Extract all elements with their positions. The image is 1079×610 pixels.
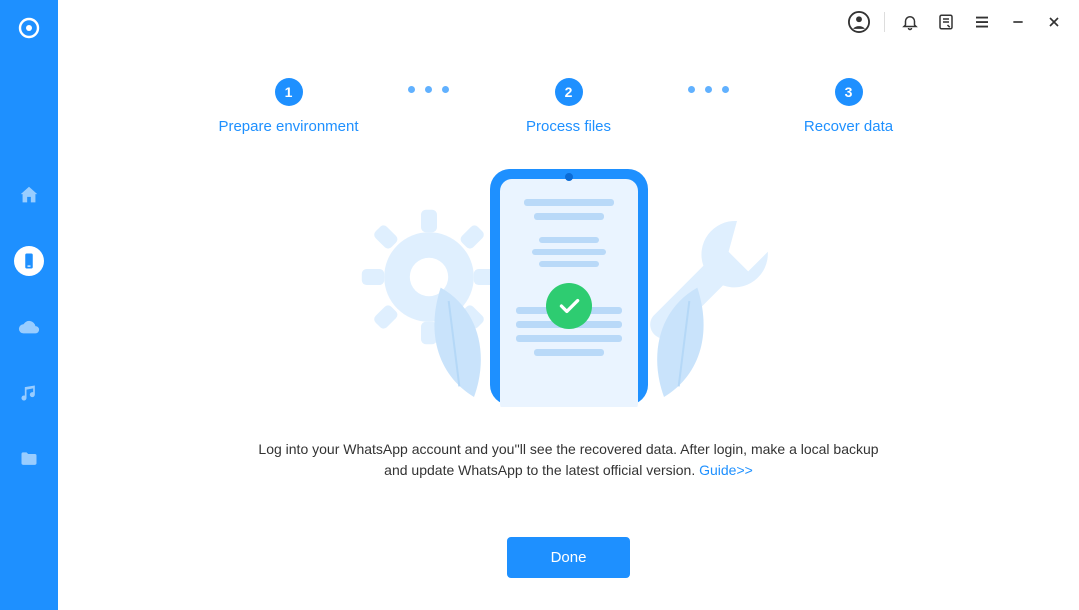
progress-steps: 1 Prepare environment 2 Process files 3 … (58, 78, 1079, 135)
divider (884, 12, 885, 32)
instruction-text: Log into your WhatsApp account and you''… (249, 439, 889, 481)
note-icon[interactable] (935, 11, 957, 33)
step-label-1: Prepare environment (218, 118, 358, 135)
step-dots (399, 86, 459, 93)
step-badge-3: 3 (835, 78, 863, 106)
account-icon[interactable] (848, 11, 870, 33)
app-root: 1 Prepare environment 2 Process files 3 … (0, 0, 1079, 610)
sidebar-item-folder[interactable] (0, 426, 58, 492)
sidebar-item-music[interactable] (0, 360, 58, 426)
sidebar-item-cloud[interactable] (0, 294, 58, 360)
step-recover: 3 Recover data (739, 78, 959, 135)
sidebar (0, 0, 58, 610)
done-button[interactable]: Done (507, 537, 631, 578)
bell-icon[interactable] (899, 11, 921, 33)
success-check-icon (546, 283, 592, 329)
music-icon (19, 383, 39, 403)
content: 1 Prepare environment 2 Process files 3 … (58, 44, 1079, 610)
home-icon (18, 184, 40, 206)
step-label-2: Process files (526, 118, 611, 135)
cloud-icon (18, 316, 40, 338)
success-illustration (309, 167, 829, 397)
step-prepare: 1 Prepare environment (179, 78, 399, 135)
step-process: 2 Process files (459, 78, 679, 135)
minimize-button[interactable] (1007, 11, 1029, 33)
guide-link[interactable]: Guide>> (699, 462, 753, 478)
sidebar-item-phone[interactable] (0, 228, 58, 294)
menu-icon[interactable] (971, 11, 993, 33)
phone-icon (20, 252, 38, 270)
step-badge-2: 2 (555, 78, 583, 106)
step-badge-1: 1 (275, 78, 303, 106)
titlebar (58, 0, 1079, 44)
instruction-body: Log into your WhatsApp account and you''… (258, 441, 878, 478)
step-label-3: Recover data (804, 118, 893, 135)
folder-icon (19, 449, 39, 469)
step-dots (679, 86, 739, 93)
sidebar-item-home[interactable] (0, 162, 58, 228)
main-area: 1 Prepare environment 2 Process files 3 … (58, 0, 1079, 610)
close-button[interactable] (1043, 11, 1065, 33)
app-logo-icon (15, 14, 43, 42)
